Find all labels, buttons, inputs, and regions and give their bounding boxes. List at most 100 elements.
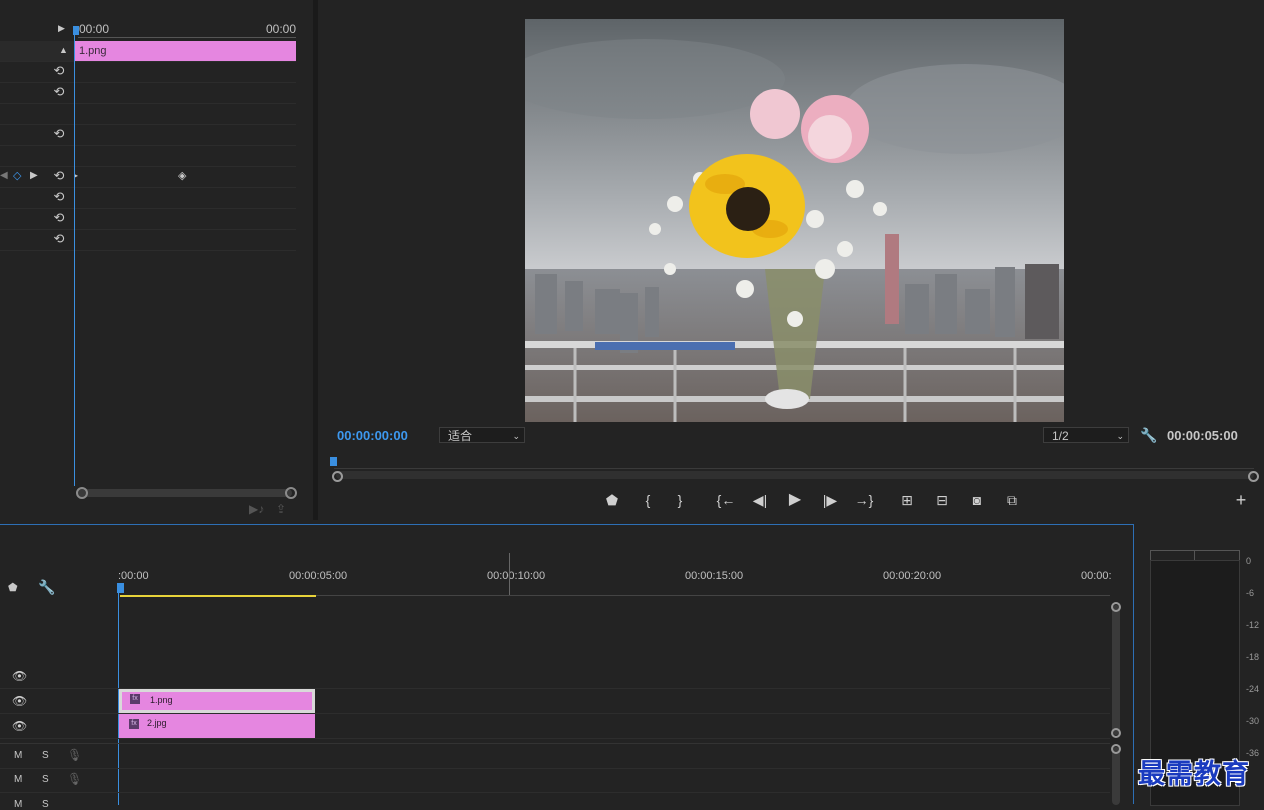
clip-name: 2.jpg bbox=[147, 718, 167, 728]
scroll-handle-top-icon[interactable] bbox=[1111, 744, 1121, 754]
eye-icon[interactable]: 👁 bbox=[12, 694, 27, 708]
ec-row-opacity[interactable]: ⟲ bbox=[0, 230, 296, 251]
chevron-down-icon: ⌄ bbox=[1116, 431, 1124, 441]
audio-tracks-scrollbar[interactable] bbox=[1112, 747, 1120, 805]
step-forward-icon[interactable]: |▶ bbox=[820, 490, 840, 510]
reset-icon[interactable]: ⟲ bbox=[52, 85, 66, 99]
tl-time-20: 00:00:20:00 bbox=[883, 570, 942, 582]
pm-playhead-marker[interactable] bbox=[330, 457, 337, 466]
ec-row-spacer bbox=[0, 146, 296, 167]
video-tracks-scrollbar[interactable] bbox=[1112, 605, 1120, 735]
db-label: -30 bbox=[1246, 716, 1260, 726]
mark-in-icon[interactable]: { bbox=[638, 490, 658, 510]
program-video-frame bbox=[525, 19, 1064, 422]
mark-out-icon[interactable]: } bbox=[670, 490, 690, 510]
ec-row-flicker[interactable]: ⟲ bbox=[0, 209, 296, 230]
ec-row-scale-width bbox=[0, 104, 296, 125]
pm-scrollbar[interactable] bbox=[336, 471, 1254, 479]
settings-wrench-icon[interactable]: 🔧 bbox=[1140, 427, 1157, 444]
comparison-view-icon[interactable]: ⧉ bbox=[1002, 490, 1022, 510]
timeline-panel: ⬟ 🔧 :00:00 00:00:05:00 00:00:10:00 00:00… bbox=[0, 524, 1134, 810]
add-keyframe-icon[interactable]: ◇ bbox=[13, 169, 21, 182]
step-back-icon[interactable]: ◀| bbox=[750, 490, 770, 510]
db-label: -24 bbox=[1246, 684, 1260, 694]
audio-track-a1[interactable]: M S 🎙 bbox=[0, 743, 1110, 769]
timeline-clip[interactable]: fx 2.jpg bbox=[119, 714, 315, 738]
play-icon[interactable]: ▶ bbox=[785, 490, 805, 510]
go-to-out-icon[interactable]: →} bbox=[854, 490, 874, 510]
go-to-in-icon[interactable]: {← bbox=[716, 490, 736, 510]
lift-icon[interactable]: ⊞ bbox=[897, 490, 917, 510]
scroll-handle-bottom-icon[interactable] bbox=[1111, 728, 1121, 738]
ec-playhead-line bbox=[74, 34, 75, 486]
ec-row-anchor[interactable]: ⟲ bbox=[0, 188, 296, 209]
prev-keyframe-icon[interactable]: ◀ bbox=[0, 170, 8, 181]
microphone-icon[interactable]: 🎙 bbox=[67, 748, 82, 762]
scroll-handle-top-icon[interactable] bbox=[1111, 602, 1121, 612]
mute-button[interactable]: M bbox=[14, 799, 22, 810]
duration-timecode: 00:00:05:00 bbox=[1167, 428, 1238, 443]
watermark-logo: 最需教育 bbox=[1138, 759, 1250, 790]
reset-icon[interactable]: ⟲ bbox=[52, 232, 66, 246]
scroll-handle-right-icon[interactable] bbox=[1248, 471, 1259, 482]
add-marker-icon[interactable]: ⬟ bbox=[8, 581, 18, 594]
solo-button[interactable]: S bbox=[42, 774, 49, 785]
export-icon[interactable]: ⇪ bbox=[276, 502, 286, 516]
audio-only-icon[interactable]: ▶♪ bbox=[249, 502, 264, 516]
work-area-bar[interactable] bbox=[120, 595, 316, 597]
export-frame-camera-icon[interactable]: ◙ bbox=[967, 490, 987, 510]
tl-playhead-marker[interactable] bbox=[117, 583, 124, 593]
ec-ruler-end: 00:00 bbox=[266, 22, 297, 36]
play-only-icon[interactable]: ▶ bbox=[58, 23, 65, 34]
zoom-level-value: 适合 bbox=[448, 429, 473, 443]
db-label: 0 bbox=[1246, 556, 1252, 566]
collapse-icon[interactable]: ▲ bbox=[59, 45, 68, 55]
scroll-handle-left-icon[interactable] bbox=[76, 487, 88, 499]
fx-badge-icon: fx bbox=[130, 694, 140, 704]
scroll-handle-right-icon[interactable] bbox=[285, 487, 297, 499]
extract-icon[interactable]: ⊟ bbox=[932, 490, 952, 510]
ec-row-uniform-scale[interactable]: ⟲ bbox=[0, 125, 296, 146]
reset-icon[interactable]: ⟲ bbox=[52, 211, 66, 225]
zoom-level-select[interactable]: 适合 ⌄ bbox=[439, 427, 525, 443]
fx-badge-icon: fx bbox=[129, 719, 139, 729]
tl-time-5: 00:00:05:00 bbox=[289, 570, 348, 582]
add-button-icon[interactable]: + bbox=[1231, 490, 1251, 510]
ec-row-scale[interactable]: ⟲ bbox=[0, 83, 296, 104]
video-track-v3[interactable]: 👁 bbox=[0, 664, 1110, 689]
effect-controls-panel: ▶ 00:00 00:00 ▲ 1.png ⟲ ⟲ ⟲ ◀ ◇ ▶ ⟲ ▸ ◈ … bbox=[0, 0, 313, 520]
eye-icon[interactable]: 👁 bbox=[12, 669, 27, 683]
ec-ruler-start: 00:00 bbox=[79, 22, 110, 36]
solo-button[interactable]: S bbox=[42, 799, 49, 810]
microphone-icon[interactable]: 🎙 bbox=[67, 772, 82, 786]
db-label: -12 bbox=[1246, 620, 1260, 630]
reset-icon[interactable]: ⟲ bbox=[52, 127, 66, 141]
resolution-select[interactable]: 1/2 ⌄ bbox=[1043, 427, 1129, 443]
pm-time-ruler[interactable] bbox=[334, 460, 1254, 469]
db-label: -18 bbox=[1246, 652, 1260, 662]
next-keyframe-icon[interactable]: ▶ bbox=[30, 170, 38, 181]
ec-row-position[interactable]: ⟲ bbox=[0, 62, 296, 83]
timeline-clip[interactable]: fx 1.png bbox=[119, 689, 315, 713]
ec-clip-bar[interactable]: 1.png bbox=[75, 41, 296, 61]
mute-button[interactable]: M bbox=[14, 774, 22, 785]
ec-row-rotation[interactable]: ◀ ◇ ▶ ⟲ ▸ ◈ bbox=[0, 167, 296, 188]
clip-name: 1.png bbox=[150, 695, 173, 705]
keyframe-icon[interactable]: ◈ bbox=[178, 169, 186, 182]
ec-scrollbar[interactable] bbox=[76, 489, 292, 497]
reset-icon[interactable]: ⟲ bbox=[52, 190, 66, 204]
audio-track-a3[interactable]: M S bbox=[0, 793, 1110, 810]
solo-button[interactable]: S bbox=[42, 750, 49, 761]
tl-time-25: 00:00: bbox=[1081, 570, 1112, 582]
mute-button[interactable]: M bbox=[14, 750, 22, 761]
tl-time-10: 00:00:10:00 bbox=[487, 570, 546, 582]
scroll-handle-left-icon[interactable] bbox=[332, 471, 343, 482]
timeline-settings-wrench-icon[interactable]: 🔧 bbox=[38, 579, 55, 596]
playhead-timecode[interactable]: 00:00:00:00 bbox=[337, 428, 408, 443]
tl-time-0: :00:00 bbox=[118, 570, 149, 582]
reset-icon[interactable]: ⟲ bbox=[52, 64, 66, 78]
audio-track-a2[interactable]: M S 🎙 bbox=[0, 768, 1110, 793]
eye-icon[interactable]: 👁 bbox=[12, 719, 27, 733]
add-marker-icon[interactable]: ⬟ bbox=[602, 490, 622, 510]
reset-icon[interactable]: ⟲ bbox=[52, 169, 66, 183]
